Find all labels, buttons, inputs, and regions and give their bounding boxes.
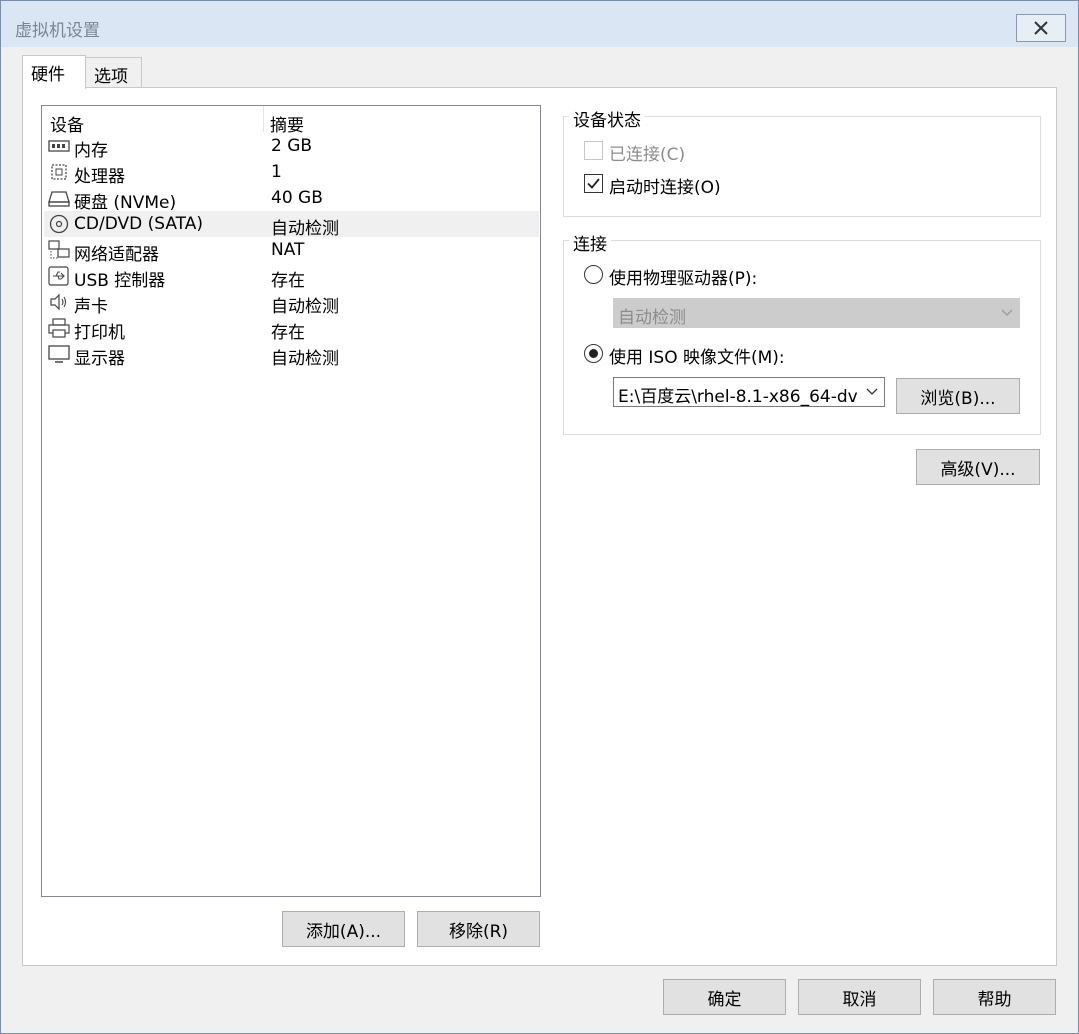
- network-icon: [48, 240, 70, 259]
- tab-hardware-label: 硬件: [31, 65, 65, 85]
- close-icon: [1034, 21, 1048, 35]
- window-title: 虚拟机设置: [15, 21, 100, 41]
- cd-dvd-icon: [49, 214, 69, 234]
- iso-image-label: 使用 ISO 映像文件(M):: [609, 348, 785, 368]
- hardware-panel: 设备 摘要 内存 2 GB 处理器 1 硬盘 (NVMe) 40 GB CD/D…: [22, 87, 1057, 966]
- device-summary: 40 GB: [271, 188, 323, 208]
- connected-label: 已连接(C): [609, 145, 686, 165]
- tab-options-label: 选项: [94, 67, 128, 87]
- device-summary: NAT: [271, 240, 305, 260]
- remove-device-button[interactable]: 移除(R): [417, 911, 540, 947]
- add-device-button[interactable]: 添加(A)...: [282, 911, 405, 947]
- display-icon: [48, 345, 70, 363]
- device-name: CD/DVD (SATA): [74, 214, 203, 234]
- device-name: USB 控制器: [74, 271, 166, 291]
- physical-drive-radio[interactable]: [584, 265, 603, 284]
- device-row-memory[interactable]: 内存 2 GB: [44, 133, 539, 161]
- device-name: 硬盘 (NVMe): [74, 193, 177, 213]
- chevron-down-icon[interactable]: [866, 386, 878, 396]
- checkmark-icon: [587, 178, 600, 189]
- iso-path-combobox[interactable]: E:\百度云\rhel-8.1-x86_64-dvd.iso: [613, 377, 885, 407]
- physical-drive-label: 使用物理驱动器(P):: [609, 269, 758, 289]
- device-list[interactable]: 设备 摘要 内存 2 GB 处理器 1 硬盘 (NVMe) 40 GB CD/D…: [41, 105, 541, 897]
- close-button[interactable]: [1016, 14, 1066, 42]
- physical-drive-value: 自动检测: [618, 308, 686, 328]
- device-status-title: 设备状态: [569, 106, 645, 131]
- device-summary: 自动检测: [271, 297, 339, 317]
- device-summary: 1: [271, 162, 282, 182]
- device-list-header: 设备 摘要: [42, 106, 540, 136]
- connection-title: 连接: [569, 230, 611, 255]
- help-button[interactable]: 帮助: [933, 979, 1056, 1015]
- device-name: 声卡: [74, 297, 108, 317]
- vm-settings-window: 虚拟机设置 硬件 选项 设备 摘要 内存 2 GB 处理器 1 硬盘 (NVMe…: [0, 0, 1079, 1034]
- device-name: 处理器: [74, 167, 125, 187]
- device-summary: 存在: [271, 323, 305, 343]
- iso-path-value[interactable]: E:\百度云\rhel-8.1-x86_64-dvd.iso: [618, 382, 858, 406]
- physical-drive-select[interactable]: 自动检测: [613, 298, 1020, 328]
- device-row-harddisk[interactable]: 硬盘 (NVMe) 40 GB: [44, 185, 539, 213]
- device-row-cd-dvd[interactable]: CD/DVD (SATA) 自动检测: [44, 211, 539, 239]
- connect-on-start-checkbox[interactable]: [584, 174, 603, 193]
- device-name: 显示器: [74, 349, 125, 369]
- browse-button[interactable]: 浏览(B)...: [896, 378, 1020, 414]
- device-summary: 存在: [271, 271, 305, 291]
- device-row-display[interactable]: 显示器 自动检测: [44, 341, 539, 369]
- device-row-sound[interactable]: 声卡 自动检测: [44, 289, 539, 317]
- device-row-cpu[interactable]: 处理器 1: [44, 159, 539, 187]
- device-summary: 自动检测: [271, 349, 339, 369]
- printer-icon: [48, 318, 70, 338]
- device-row-usb[interactable]: USB 控制器 存在: [44, 263, 539, 291]
- chevron-down-icon: [1001, 309, 1013, 316]
- advanced-button[interactable]: 高级(V)...: [916, 449, 1040, 485]
- cpu-icon: [51, 164, 67, 180]
- sound-icon: [50, 293, 67, 311]
- usb-icon: [48, 266, 69, 286]
- ok-button[interactable]: 确定: [663, 979, 786, 1015]
- harddisk-icon: [48, 191, 70, 207]
- device-summary: 2 GB: [271, 136, 313, 156]
- cancel-button[interactable]: 取消: [798, 979, 921, 1015]
- connect-on-start-label: 启动时连接(O): [609, 178, 721, 198]
- device-name: 内存: [74, 141, 108, 161]
- tab-hardware[interactable]: 硬件: [22, 55, 86, 89]
- tab-options[interactable]: 选项: [85, 57, 142, 88]
- device-name: 网络适配器: [74, 245, 159, 265]
- device-summary: 自动检测: [271, 219, 339, 239]
- device-row-printer[interactable]: 打印机 存在: [44, 315, 539, 343]
- connected-checkbox[interactable]: [584, 141, 603, 160]
- device-name: 打印机: [74, 323, 125, 343]
- device-status-group: [563, 116, 1041, 217]
- memory-icon: [48, 140, 70, 152]
- title-bar[interactable]: 虚拟机设置: [1, 1, 1078, 47]
- device-row-network[interactable]: 网络适配器 NAT: [44, 237, 539, 265]
- iso-image-radio[interactable]: [584, 344, 603, 363]
